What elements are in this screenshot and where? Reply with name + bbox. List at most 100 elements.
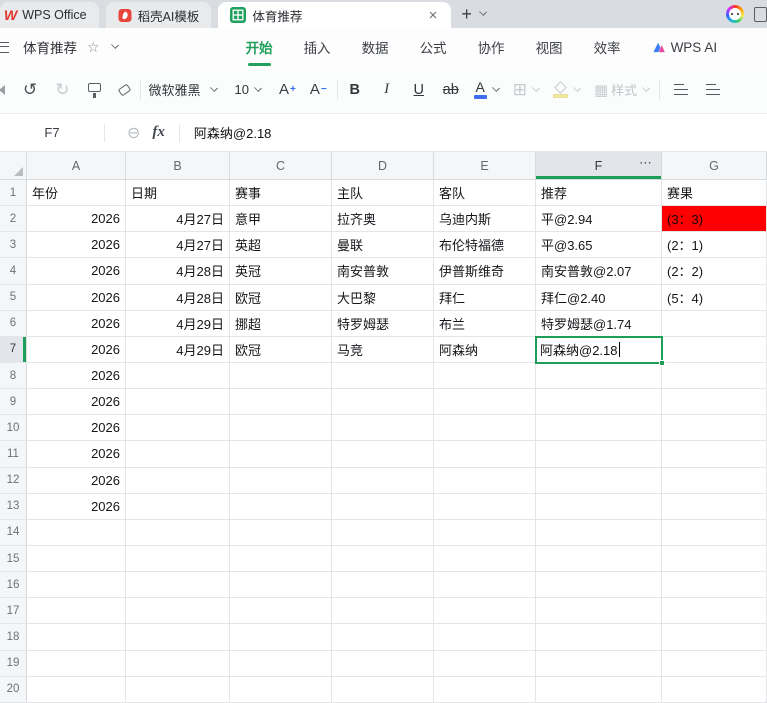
align-center-button[interactable]: [706, 84, 721, 95]
undo-button[interactable]: ↺: [23, 80, 37, 100]
cell-A1[interactable]: 年份: [27, 180, 126, 207]
favorite-star-icon[interactable]: ☆: [87, 39, 100, 56]
eraser-button[interactable]: [117, 83, 131, 96]
font-color-chevron-icon[interactable]: [491, 83, 500, 92]
collapse-ribbon-icon[interactable]: [0, 84, 5, 95]
cell-C16[interactable]: [230, 572, 332, 599]
cell-A19[interactable]: [27, 650, 126, 677]
font-name-chevron-icon[interactable]: [209, 83, 218, 92]
cell-E3[interactable]: 布伦特福德: [434, 232, 536, 259]
insert-function-icon[interactable]: fx: [152, 124, 165, 141]
cell-C9[interactable]: [230, 389, 332, 416]
bold-button[interactable]: B: [346, 82, 364, 98]
cell-F4[interactable]: 南安普敦@2.07: [536, 258, 662, 285]
cell-G16[interactable]: [662, 572, 767, 599]
row-header-6[interactable]: 6: [0, 310, 27, 337]
underline-button[interactable]: U: [410, 82, 428, 98]
cell-A8[interactable]: 2026: [27, 362, 126, 390]
cell-A7[interactable]: 2026: [27, 336, 126, 363]
cell-E10[interactable]: [434, 415, 536, 442]
cell-E12[interactable]: [434, 467, 536, 494]
cell-E5[interactable]: 拜仁: [434, 284, 536, 311]
cell-F15[interactable]: [536, 545, 662, 573]
cell-F12[interactable]: [536, 467, 662, 494]
cell-B13[interactable]: [126, 493, 230, 520]
row-header-18[interactable]: 18: [0, 624, 27, 651]
cell-D20[interactable]: [332, 676, 434, 703]
row-header-2[interactable]: 2: [0, 206, 27, 233]
cell-E11[interactable]: [434, 441, 536, 468]
cell-F9[interactable]: [536, 389, 662, 416]
cell-B14[interactable]: [126, 519, 230, 546]
cell-C20[interactable]: [230, 676, 332, 703]
row-header-19[interactable]: 19: [0, 650, 27, 677]
new-tab-button[interactable]: +: [461, 0, 487, 28]
cell-F19[interactable]: [536, 650, 662, 677]
cell-A15[interactable]: [27, 545, 126, 573]
cell-G19[interactable]: [662, 650, 767, 677]
menu-tab-efficiency[interactable]: 效率: [594, 37, 621, 57]
cell-D2[interactable]: 拉齐奥: [332, 206, 434, 233]
cell-A13[interactable]: 2026: [27, 493, 126, 520]
strikethrough-button[interactable]: ab: [442, 82, 460, 98]
cell-A20[interactable]: [27, 676, 126, 703]
cell-A18[interactable]: [27, 624, 126, 651]
column-header-G[interactable]: G: [662, 152, 767, 180]
row-header-13[interactable]: 13: [0, 493, 27, 520]
cell-G20[interactable]: [662, 676, 767, 703]
menu-tab-formulas[interactable]: 公式: [420, 37, 447, 57]
cell-A16[interactable]: [27, 572, 126, 599]
column-header-B[interactable]: B: [126, 152, 230, 180]
row-header-5[interactable]: 5: [0, 284, 27, 311]
borders-button[interactable]: ⊞: [513, 80, 527, 100]
column-header-A[interactable]: A: [27, 152, 126, 180]
row-header-11[interactable]: 11: [0, 441, 27, 468]
decrease-font-button[interactable]: A −: [310, 81, 327, 98]
font-size-chevron-icon[interactable]: [254, 83, 262, 92]
cell-G5[interactable]: (5：4): [662, 284, 767, 311]
cell-C7[interactable]: 欧冠: [230, 336, 332, 363]
format-painter-button[interactable]: [87, 83, 101, 98]
cell-A2[interactable]: 2026: [27, 206, 126, 233]
cell-G17[interactable]: [662, 598, 767, 625]
cell-F18[interactable]: [536, 624, 662, 651]
cell-B11[interactable]: [126, 441, 230, 468]
cell-C15[interactable]: [230, 545, 332, 573]
cell-C5[interactable]: 欧冠: [230, 284, 332, 311]
cell-F11[interactable]: [536, 441, 662, 468]
name-box[interactable]: F7: [0, 125, 104, 140]
cell-G9[interactable]: [662, 389, 767, 416]
cell-G3[interactable]: (2：1): [662, 232, 767, 259]
cell-B8[interactable]: [126, 362, 230, 390]
row-header-7[interactable]: 7: [0, 336, 27, 363]
cell-G14[interactable]: [662, 519, 767, 546]
cell-G7[interactable]: [662, 336, 767, 363]
menu-tab-insert[interactable]: 插入: [304, 37, 331, 57]
borders-chevron-icon[interactable]: [532, 83, 540, 92]
tab-sheet-active[interactable]: 体育推荐 ×: [218, 2, 452, 28]
cell-B10[interactable]: [126, 415, 230, 442]
window-icon[interactable]: [754, 6, 767, 22]
collapse-formula-bar-icon[interactable]: ⊖: [127, 123, 140, 142]
cell-F20[interactable]: [536, 676, 662, 703]
column-header-D[interactable]: D: [332, 152, 434, 180]
cell-C2[interactable]: 意甲: [230, 206, 332, 233]
cell-E7[interactable]: 阿森纳: [434, 336, 536, 363]
column-more-icon[interactable]: ⋯: [639, 156, 652, 171]
cell-B2[interactable]: 4月27日: [126, 206, 230, 233]
row-header-20[interactable]: 20: [0, 676, 27, 703]
cell-G1[interactable]: 赛果: [662, 180, 767, 207]
cell-B4[interactable]: 4月28日: [126, 258, 230, 285]
column-header-F[interactable]: F ⋯: [536, 152, 662, 180]
cell-C14[interactable]: [230, 519, 332, 546]
cell-G12[interactable]: [662, 467, 767, 494]
cell-G4[interactable]: (2：2): [662, 258, 767, 285]
cell-D6[interactable]: 特罗姆瑟: [332, 310, 434, 337]
tab-docer-templates[interactable]: 稻壳AI模板: [105, 2, 212, 28]
cell-D12[interactable]: [332, 467, 434, 494]
cell-B5[interactable]: 4月28日: [126, 284, 230, 311]
row-header-4[interactable]: 4: [0, 258, 27, 285]
column-header-C[interactable]: C: [230, 152, 332, 180]
row-header-8[interactable]: 8: [0, 362, 27, 390]
cell-D13[interactable]: [332, 493, 434, 520]
